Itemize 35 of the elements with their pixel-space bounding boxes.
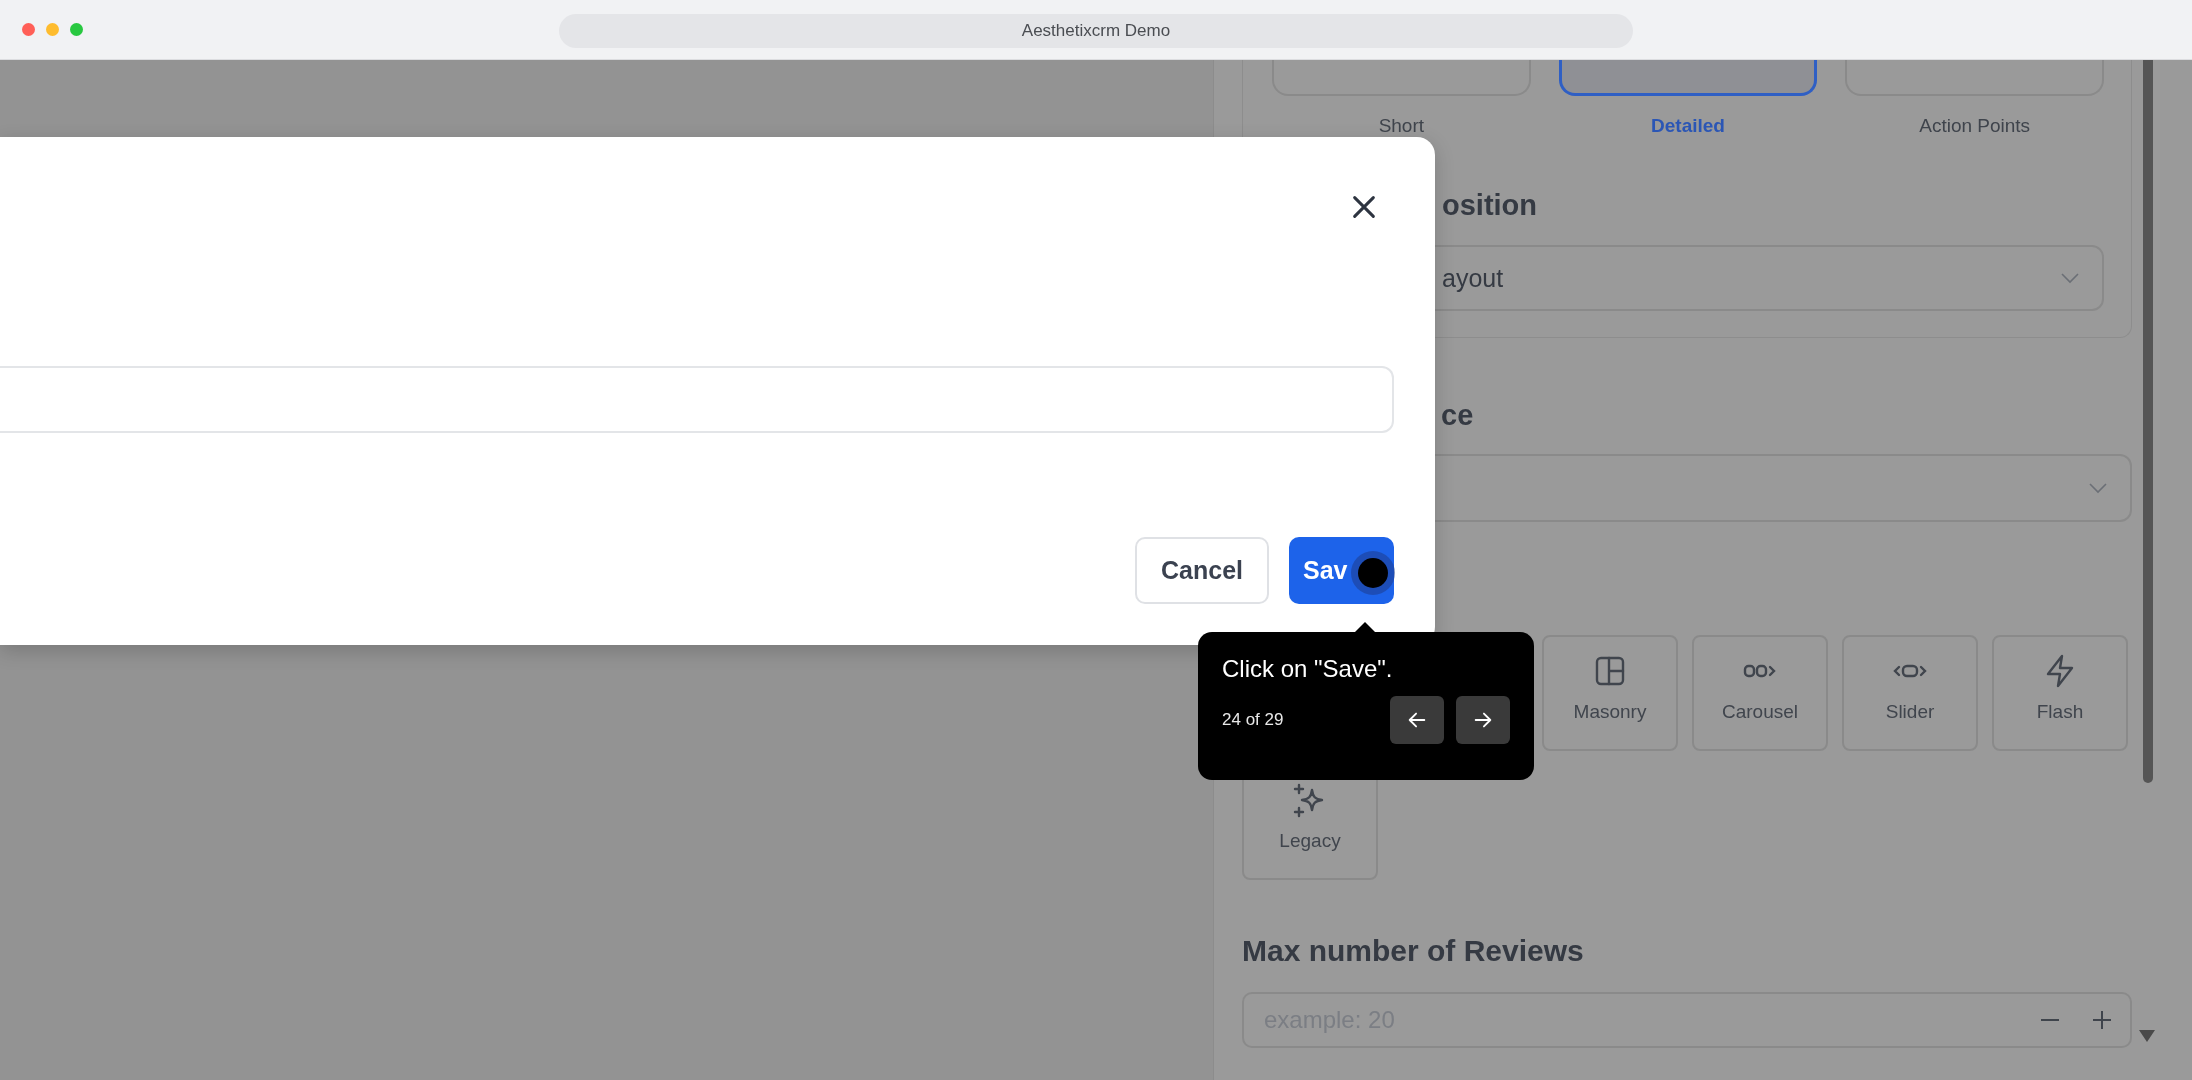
tile-label: Legacy [1279, 830, 1341, 852]
tooltip-text: Click on "Save". [1222, 654, 1394, 684]
layout-option[interactable]: Masonry [1542, 635, 1678, 751]
cancel-button[interactable]: Cancel [1135, 537, 1269, 604]
scrollbar[interactable] [2143, 60, 2153, 783]
layout-option[interactable]: Carousel [1692, 635, 1828, 751]
option-card[interactable] [1558, 60, 1818, 96]
save-button[interactable]: Sav [1289, 537, 1394, 604]
previous-button[interactable] [1390, 696, 1444, 744]
window-title: Aesthetixcrm Demo [1021, 21, 1171, 41]
chevron-down-icon [2088, 482, 2108, 494]
input-field[interactable] [0, 366, 1394, 433]
address-bar[interactable]: Aesthetixcrm Demo [559, 14, 1633, 48]
section-heading: osition [1442, 188, 1538, 223]
section-heading: ce [1441, 398, 1474, 433]
close-icon[interactable] [1350, 193, 1378, 221]
plus-icon[interactable] [2090, 1008, 2114, 1032]
tile-label: Flash [2036, 701, 2084, 723]
scroll-down-icon[interactable] [2139, 1030, 2155, 1042]
option-label[interactable]: Short [1378, 114, 1425, 138]
zoom-window-button[interactable] [70, 23, 83, 36]
layout-option[interactable]: Flash [1992, 635, 2128, 751]
option-label[interactable]: Detailed [1651, 114, 1725, 138]
section-heading: Max number of Reviews [1242, 933, 1584, 969]
step-counter: 24 of 29 [1222, 710, 1285, 730]
layout-option[interactable]: Slider [1842, 635, 1978, 751]
close-window-button[interactable] [22, 23, 35, 36]
tile-label: Masonry [1573, 701, 1647, 723]
chevron-down-icon [2060, 272, 2080, 284]
option-label[interactable]: Action Points [1919, 114, 2031, 138]
tile-label: Slider [1885, 701, 1935, 723]
tile-label: Carousel [1721, 701, 1798, 723]
select-value: ayout [1442, 263, 1504, 293]
minimize-window-button[interactable] [46, 23, 59, 36]
next-button[interactable] [1456, 696, 1510, 744]
